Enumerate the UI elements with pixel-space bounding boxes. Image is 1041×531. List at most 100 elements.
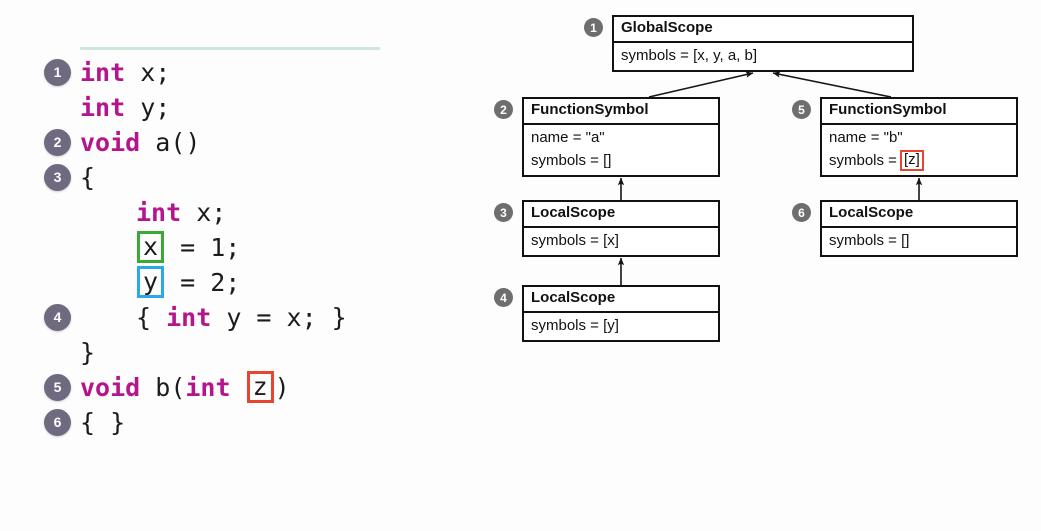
code-line-text: y = 2; (80, 265, 241, 299)
node-attribute-label: symbols = [y] (531, 316, 619, 334)
code-token: { (136, 302, 167, 332)
code-line-text: int y; (80, 93, 170, 122)
code-line-text: x = 1; (80, 230, 241, 264)
node-attribute-label: name = "a" (531, 128, 605, 146)
code-token: x; (125, 57, 171, 87)
code-line: } (44, 335, 95, 369)
node-attribute: symbols = [y] (531, 314, 711, 337)
code-line: 2 void a() (44, 125, 200, 159)
line-marker-empty (44, 94, 71, 121)
diagram-marker-2: 2 (494, 100, 513, 119)
node-localscope-y: LocalScope symbols = [y] (522, 285, 720, 342)
code-token: = 1; (165, 232, 241, 262)
code-line: int y; (44, 90, 170, 124)
scope-tree-diagram: GlobalScope symbols = [x, y, a, b] 1 Functi… (460, 0, 1041, 531)
node-title: LocalScope (524, 287, 718, 313)
code-line: 4 { int y = x; } (44, 300, 347, 334)
node-title: LocalScope (524, 202, 718, 228)
code-highlight-blue: y (137, 265, 165, 299)
node-functionsymbol-a: FunctionSymbol name = "a" symbols = [] (522, 97, 720, 178)
node-body: name = "b" symbols = [z] (822, 125, 1016, 176)
code-token: { } (80, 407, 126, 437)
code-line: x = 1; (44, 230, 240, 264)
code-keyword: void (80, 127, 141, 157)
node-functionsymbol-b: FunctionSymbol name = "b" symbols = [z] (820, 97, 1018, 178)
line-marker-5: 5 (44, 373, 71, 401)
node-body: name = "a" symbols = [] (524, 125, 718, 176)
node-attribute-label: symbols = (829, 152, 897, 169)
node-globalscope: GlobalScope symbols = [x, y, a, b] (612, 15, 914, 72)
node-attribute: symbols = [x] (531, 229, 711, 252)
node-body: symbols = [] (822, 228, 1016, 255)
line-marker-2: 2 (44, 128, 71, 156)
code-highlight-green: x (137, 230, 165, 264)
diagram-marker-4: 4 (494, 288, 513, 307)
node-attribute-highlight: [z] (899, 150, 924, 171)
code-token: = 2; (165, 267, 241, 297)
line-marker-empty (44, 234, 71, 261)
node-attribute: name = "a" (531, 126, 711, 149)
code-top-divider (80, 47, 380, 50)
node-attribute: symbols = [] (531, 149, 711, 172)
code-line-text: { int y = x; } (80, 303, 347, 332)
node-localscope-x: LocalScope symbols = [x] (522, 200, 720, 257)
line-marker-4: 4 (44, 303, 71, 331)
node-attribute-label: symbols = [] (829, 231, 910, 249)
code-line: 5 void b(int z) (44, 370, 290, 404)
node-title: LocalScope (822, 202, 1016, 228)
node-title: FunctionSymbol (822, 99, 1016, 125)
code-token: { (80, 162, 96, 192)
node-attribute-label: name = "b" (829, 128, 903, 146)
node-attribute: symbols = [x, y, a, b] (621, 44, 905, 67)
code-line-text: int x; (80, 198, 226, 227)
code-token: } (80, 337, 96, 367)
code-keyword: int (80, 92, 126, 122)
line-marker-1: 1 (44, 58, 71, 86)
code-line: 3{ (44, 160, 95, 194)
code-line-text: } (80, 338, 95, 367)
node-attribute: symbols = [] (829, 229, 1009, 252)
diagram-marker-3: 3 (494, 203, 513, 222)
line-marker-3: 3 (44, 163, 71, 191)
code-keyword: int (166, 302, 212, 332)
code-line-text: void a() (80, 128, 200, 157)
code-line-text: { (80, 163, 95, 192)
code-token: b( (140, 372, 186, 402)
line-marker-empty (44, 269, 71, 296)
code-token: a() (140, 127, 201, 157)
code-token: y = x; } (211, 302, 347, 332)
node-attribute-label: symbols = [x] (531, 231, 619, 249)
node-title: GlobalScope (614, 17, 912, 43)
code-keyword: int (80, 57, 126, 87)
code-keyword: int (136, 197, 182, 227)
diagram-marker-1: 1 (584, 18, 603, 37)
code-line: int x; (44, 195, 226, 229)
line-marker-empty (44, 339, 71, 366)
code-line: 6 { } (44, 405, 125, 439)
node-localscope-empty: LocalScope symbols = [] (820, 200, 1018, 257)
code-token: x; (181, 197, 227, 227)
node-body: symbols = [y] (524, 313, 718, 340)
code-highlight-red: z (246, 370, 274, 404)
node-attribute: symbols = [z] (829, 149, 1009, 172)
code-line-text: int x; (80, 58, 170, 87)
code-keyword: void (80, 372, 141, 402)
code-keyword: int (185, 372, 231, 402)
code-line: 1 int x; (44, 55, 170, 89)
code-token: y; (125, 92, 171, 122)
node-attribute: name = "b" (829, 126, 1009, 149)
node-title: FunctionSymbol (524, 99, 718, 125)
line-marker-6: 6 (44, 408, 71, 436)
node-body: symbols = [x] (524, 228, 718, 255)
code-line-text: void b(int z) (80, 370, 290, 404)
code-line-text: { } (80, 408, 125, 437)
diagram-marker-6: 6 (792, 203, 811, 222)
code-panel: 1 int x; int y; 2 void a() 3{int x; x = 1; y = … (0, 0, 460, 531)
node-body: symbols = [x, y, a, b] (614, 43, 912, 70)
node-attribute-label: symbols = [] (531, 152, 612, 169)
diagram-marker-5: 5 (792, 100, 811, 119)
code-token: ) (274, 372, 290, 402)
line-marker-empty (44, 199, 71, 226)
code-line: y = 2; (44, 265, 240, 299)
